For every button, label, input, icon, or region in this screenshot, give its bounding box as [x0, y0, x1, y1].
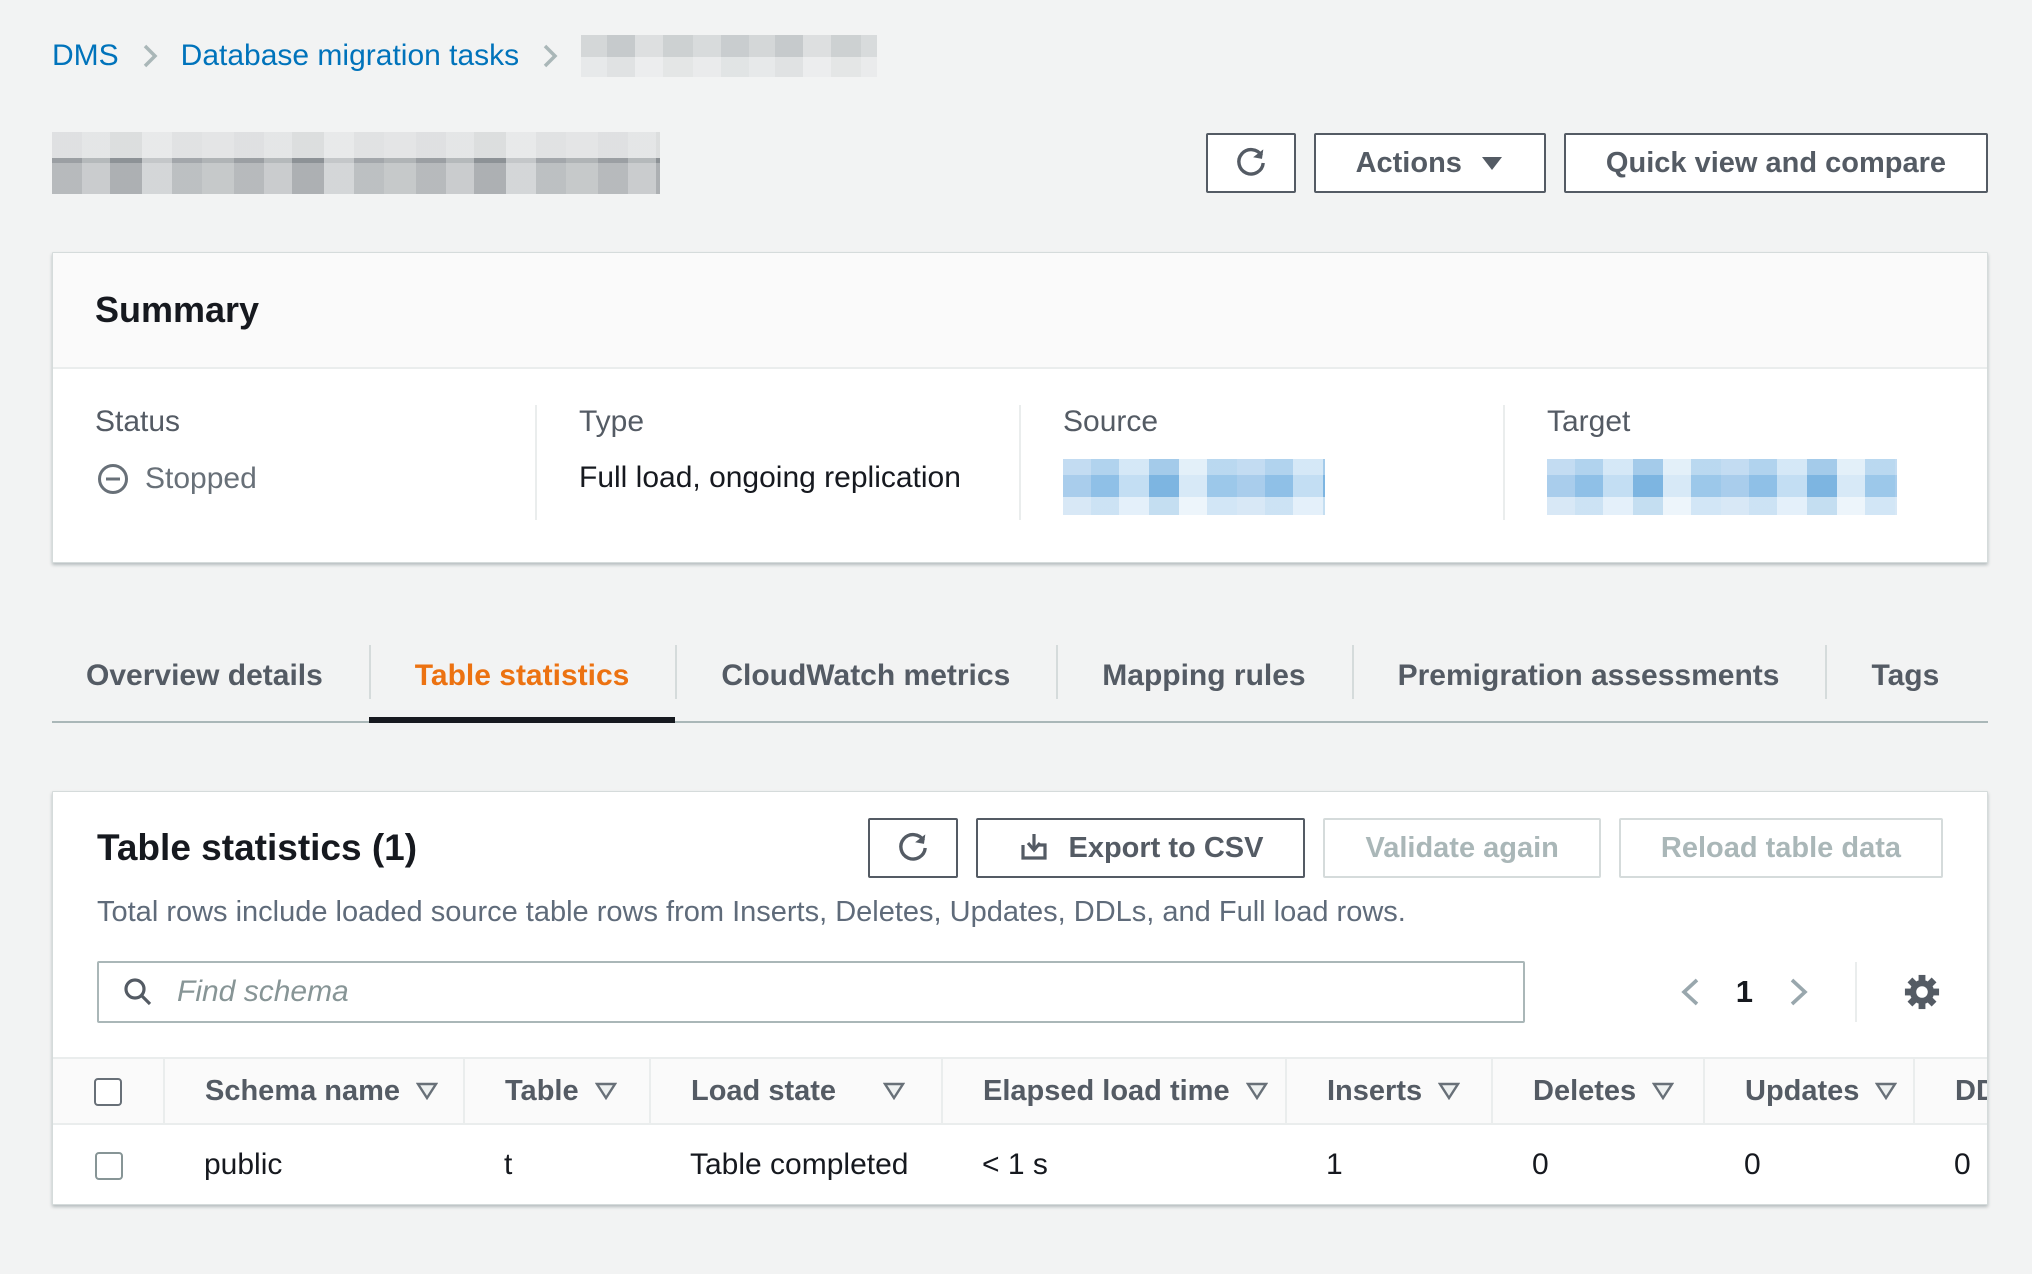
panel-title: Table statistics (1) — [97, 827, 417, 869]
breadcrumb-link-tasks[interactable]: Database migration tasks — [181, 39, 520, 73]
chevron-right-icon — [541, 41, 559, 71]
filter-icon — [1246, 1082, 1268, 1100]
validate-again-button[interactable]: Validate again — [1323, 818, 1600, 878]
filter-icon — [883, 1082, 905, 1100]
target-value-redacted — [1547, 459, 1897, 515]
panel-actions: Export to CSV Validate again Reload tabl… — [868, 818, 1943, 878]
reload-table-data-label: Reload table data — [1661, 832, 1901, 865]
filter-icon — [1652, 1082, 1674, 1100]
breadcrumb-current-redacted — [581, 35, 877, 77]
caret-down-icon — [1480, 155, 1504, 171]
filter-icon — [1875, 1082, 1897, 1100]
export-to-csv-label: Export to CSV — [1068, 832, 1263, 865]
tab-premigration-assessments[interactable]: Premigration assessments — [1352, 631, 1826, 721]
download-icon — [1018, 832, 1050, 864]
page-title-redacted — [52, 132, 660, 194]
chevron-right-icon — [141, 41, 159, 71]
filter-icon — [416, 1082, 438, 1100]
header-actions: Actions Quick view and compare — [1206, 133, 1988, 193]
filter-icon — [1438, 1082, 1460, 1100]
settings-gear-icon[interactable] — [1901, 971, 1943, 1013]
summary-title: Summary — [95, 289, 259, 331]
summary-fields: Status Stopped Type Full load, ongoing r… — [53, 369, 1987, 562]
summary-field-source: Source — [1019, 405, 1503, 520]
cell-table: t — [464, 1124, 650, 1204]
actions-button[interactable]: Actions — [1314, 133, 1546, 193]
status-label: Status — [95, 405, 505, 439]
pagination: 1 — [1678, 962, 1943, 1022]
pager-divider — [1855, 962, 1857, 1022]
column-header-schema-name[interactable]: Schema name — [164, 1058, 464, 1124]
schema-search — [97, 961, 1525, 1023]
select-all-checkbox[interactable] — [94, 1078, 122, 1106]
quick-view-compare-label: Quick view and compare — [1606, 147, 1946, 180]
table-refresh-button[interactable] — [868, 818, 958, 878]
column-header-updates[interactable]: Updates — [1704, 1058, 1914, 1124]
column-header-deletes[interactable]: Deletes — [1492, 1058, 1704, 1124]
search-icon — [121, 975, 155, 1009]
type-label: Type — [579, 405, 989, 439]
cell-inserts: 1 — [1286, 1124, 1492, 1204]
prev-page-button[interactable] — [1678, 974, 1702, 1010]
column-header-elapsed-load-time[interactable]: Elapsed load time — [942, 1058, 1286, 1124]
summary-card-header: Summary — [53, 253, 1987, 369]
source-value-redacted — [1063, 459, 1325, 515]
next-page-button[interactable] — [1787, 974, 1811, 1010]
source-label: Source — [1063, 405, 1473, 439]
target-label: Target — [1547, 405, 1957, 439]
column-header-ddls[interactable]: DDLs — [1914, 1058, 1988, 1124]
status-value: Stopped — [145, 462, 257, 496]
panel-description: Total rows include loaded source table r… — [97, 896, 1943, 929]
summary-field-type: Type Full load, ongoing replication — [535, 405, 1019, 520]
cell-schema-name: public — [164, 1124, 464, 1204]
summary-field-status: Status Stopped — [53, 405, 535, 520]
table-header-row: Schema name Table Load state — [53, 1058, 1988, 1124]
export-to-csv-button[interactable]: Export to CSV — [976, 818, 1305, 878]
column-header-inserts[interactable]: Inserts — [1286, 1058, 1492, 1124]
page-content: DMS Database migration tasks Actions — [52, 0, 1988, 1205]
minus-circle-icon — [95, 461, 131, 497]
tab-tags[interactable]: Tags — [1825, 631, 1985, 721]
actions-button-label: Actions — [1356, 147, 1462, 180]
summary-card: Summary Status Stopped Type Full load, o… — [52, 252, 1988, 563]
table-statistics-table: Schema name Table Load state — [53, 1057, 1988, 1204]
filter-icon — [595, 1082, 617, 1100]
summary-field-target: Target — [1503, 405, 1987, 520]
column-header-table[interactable]: Table — [464, 1058, 650, 1124]
tab-mapping-rules[interactable]: Mapping rules — [1056, 631, 1351, 721]
current-page[interactable]: 1 — [1736, 974, 1753, 1010]
cell-deletes: 0 — [1492, 1124, 1704, 1204]
cell-elapsed-load-time: < 1 s — [942, 1124, 1286, 1204]
cell-updates: 0 — [1704, 1124, 1914, 1204]
column-header-load-state[interactable]: Load state — [650, 1058, 942, 1124]
reload-table-data-button[interactable]: Reload table data — [1619, 818, 1943, 878]
breadcrumb-link-dms[interactable]: DMS — [52, 39, 119, 73]
refresh-button[interactable] — [1206, 133, 1296, 193]
tab-overview-details[interactable]: Overview details — [52, 631, 369, 721]
cell-ddls: 0 — [1914, 1124, 1988, 1204]
validate-again-label: Validate again — [1365, 832, 1558, 865]
table-statistics-panel: Table statistics (1) Export to CSV Valid… — [52, 791, 1988, 1205]
refresh-icon — [896, 831, 930, 865]
tab-table-statistics[interactable]: Table statistics — [369, 631, 676, 721]
search-input[interactable] — [97, 961, 1525, 1023]
tab-bar: Overview details Table statistics CloudW… — [52, 631, 1988, 723]
row-checkbox[interactable] — [95, 1152, 123, 1180]
quick-view-compare-button[interactable]: Quick view and compare — [1564, 133, 1988, 193]
tab-cloudwatch-metrics[interactable]: CloudWatch metrics — [675, 631, 1056, 721]
cell-load-state: Table completed — [650, 1124, 942, 1204]
type-value: Full load, ongoing replication — [579, 461, 989, 495]
table-row: public t Table completed < 1 s 1 0 0 0 — [53, 1124, 1988, 1204]
refresh-icon — [1234, 146, 1268, 180]
breadcrumb: DMS Database migration tasks — [52, 34, 1988, 78]
